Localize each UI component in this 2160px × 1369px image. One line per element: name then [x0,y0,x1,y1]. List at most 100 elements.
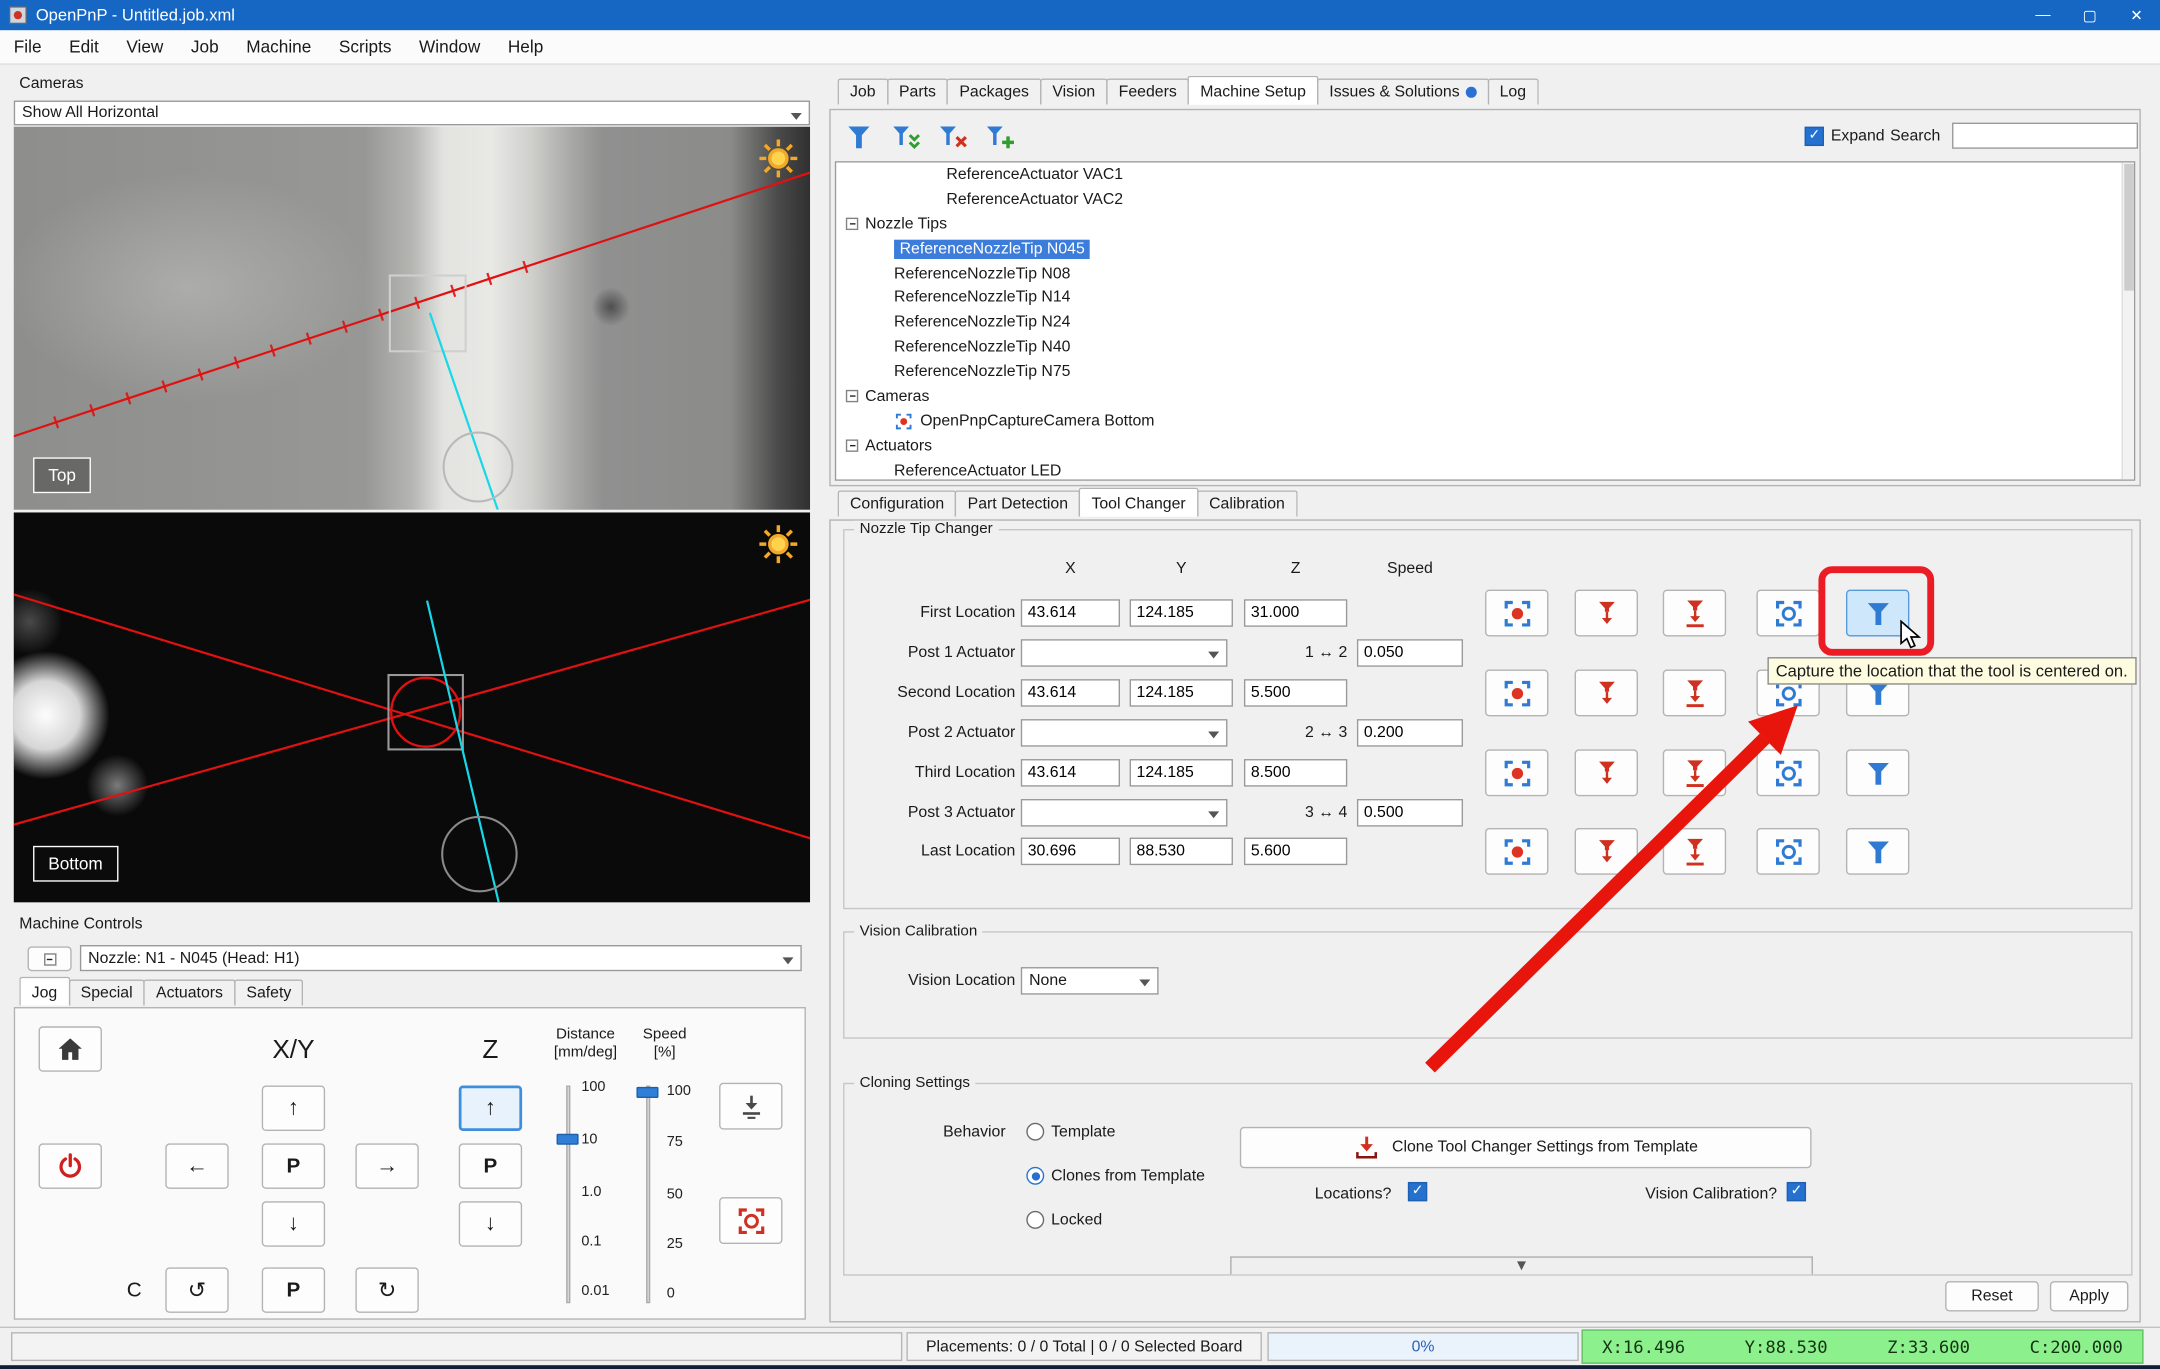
menu-view[interactable]: View [113,37,178,56]
post3-actuator-dropdown[interactable] [1020,799,1228,827]
menu-edit[interactable]: Edit [55,37,112,56]
second-position-tool-button[interactable] [1574,669,1638,717]
tree-item-vac1[interactable]: ReferenceActuator VAC1 [836,163,2134,188]
first-capture-camera-button[interactable] [1485,589,1549,637]
menu-file[interactable]: File [0,37,55,56]
tab-machine-setup[interactable]: Machine Setup [1187,75,1319,105]
tab-actuators[interactable]: Actuators [143,979,236,1006]
first-location-z-field[interactable] [1243,599,1348,627]
power-button[interactable] [38,1143,102,1189]
last-capture-camera-button[interactable] [1485,827,1549,875]
maximize-button[interactable]: ▢ [2066,0,2113,30]
brightness-icon[interactable] [758,523,799,564]
last-position-tool-safez-button[interactable] [1662,827,1727,875]
tab-special[interactable]: Special [68,979,146,1006]
expand-checkbox[interactable] [1804,126,1824,147]
jog-z-minus-button[interactable]: ↓ [458,1201,523,1247]
collapse-expander-icon[interactable] [845,439,859,453]
radio-locked-label[interactable]: Locked [1051,1212,1102,1229]
second-location-z-field[interactable] [1243,679,1348,707]
vision-location-dropdown[interactable]: None [1020,967,1159,995]
menu-scripts[interactable]: Scripts [325,37,405,56]
nozzletip-unload-button[interactable] [931,118,972,154]
first-position-tool-safez-button[interactable] [1662,589,1727,637]
radio-locked[interactable] [1026,1210,1045,1229]
collapse-controls-button[interactable] [27,946,72,972]
jog-c-ccw-button[interactable]: ↺ [165,1267,229,1313]
tree-group-nozzle-tips[interactable]: Nozzle Tips [836,212,2134,237]
third-location-x-field[interactable] [1020,759,1120,787]
distance-slider-track[interactable] [566,1085,571,1304]
clone-settings-button[interactable]: Clone Tool Changer Settings from Templat… [1239,1126,1812,1169]
speed-slider-track[interactable] [646,1085,651,1304]
tab-vision[interactable]: Vision [1039,78,1108,105]
third-location-y-field[interactable] [1129,759,1233,787]
jog-x-minus-button[interactable]: ← [165,1143,229,1189]
tree-item-nozzletip-n75[interactable]: ReferenceNozzleTip N75 [836,360,2134,385]
second-location-y-field[interactable] [1129,679,1233,707]
radio-template-label[interactable]: Template [1051,1124,1115,1141]
menu-job[interactable]: Job [177,37,232,56]
camera-view-bottom[interactable]: Bottom [13,512,811,903]
tab-tool-changer[interactable]: Tool Changer [1079,487,1199,517]
jog-y-plus-button[interactable]: ↑ [261,1085,326,1132]
menu-help[interactable]: Help [494,37,557,56]
tree-item-nozzletip-n40[interactable]: ReferenceNozzleTip N40 [836,335,2134,360]
menu-machine[interactable]: Machine [232,37,325,56]
minimize-button[interactable]: — [2020,0,2067,30]
reset-button[interactable]: Reset [1945,1281,2039,1312]
first-position-tool-button[interactable] [1574,589,1638,637]
tree-item-nozzletip-n045[interactable]: ReferenceNozzleTip N045 [836,236,2134,261]
radio-template[interactable] [1026,1122,1045,1141]
tree-group-cameras[interactable]: Cameras [836,384,2134,409]
third-location-z-field[interactable] [1243,759,1348,787]
third-capture-camera-button[interactable] [1485,749,1549,797]
close-button[interactable]: ✕ [2113,0,2160,30]
tree-item-actuator-led[interactable]: ReferenceActuator LED [836,458,2134,479]
first-capture-tool-camera-button[interactable] [1756,589,1820,637]
tree-item-nozzletip-n14[interactable]: ReferenceNozzleTip N14 [836,286,2134,311]
post2-speed-field[interactable] [1356,719,1464,747]
second-location-x-field[interactable] [1020,679,1120,707]
tab-packages[interactable]: Packages [946,78,1042,105]
park-c-button[interactable]: P [261,1267,326,1313]
nozzletip-add-button[interactable] [978,118,1019,154]
tab-safety[interactable]: Safety [233,979,304,1006]
apply-button[interactable]: Apply [2049,1281,2129,1312]
park-head-button[interactable] [719,1082,783,1130]
tab-log[interactable]: Log [1487,78,1539,105]
jog-x-plus-button[interactable]: → [355,1143,419,1189]
third-position-tool-safez-button[interactable] [1662,749,1727,797]
nozzletip-load-button[interactable] [884,118,925,154]
nozzletip-tool-button[interactable] [838,118,879,154]
third-capture-tool-camera-button[interactable] [1756,749,1820,797]
jog-c-cw-button[interactable]: ↻ [355,1267,419,1313]
collapse-expander-icon[interactable] [845,390,859,403]
post1-speed-field[interactable] [1356,639,1464,667]
tree-item-vac2[interactable]: ReferenceActuator VAC2 [836,187,2134,212]
tab-part-detection[interactable]: Part Detection [955,490,1081,517]
third-capture-tool-location-button[interactable] [1845,749,1910,797]
radio-clones-from-template[interactable] [1026,1166,1045,1185]
search-input[interactable] [1952,122,2139,149]
last-location-x-field[interactable] [1020,837,1120,866]
last-location-y-field[interactable] [1129,837,1233,866]
locations-checkbox[interactable] [1407,1181,1428,1202]
position-camera-button[interactable] [719,1197,783,1244]
tab-parts[interactable]: Parts [886,78,949,105]
second-capture-camera-button[interactable] [1485,669,1549,717]
second-position-tool-safez-button[interactable] [1662,669,1727,717]
first-location-y-field[interactable] [1129,599,1233,627]
tab-feeders[interactable]: Feeders [1106,78,1190,105]
last-position-tool-button[interactable] [1574,827,1638,875]
vision-calibration-checkbox[interactable] [1786,1181,1807,1202]
distance-slider-handle[interactable] [556,1133,579,1145]
collapsed-section-button[interactable]: ▼ [1230,1256,1813,1275]
home-button[interactable] [38,1026,102,1072]
last-location-z-field[interactable] [1243,837,1348,866]
post1-actuator-dropdown[interactable] [1020,639,1228,667]
speed-slider-handle[interactable] [636,1086,659,1098]
menu-window[interactable]: Window [405,37,494,56]
tab-calibration[interactable]: Calibration [1196,490,1298,517]
tree-item-capture-camera[interactable]: OpenPnpCaptureCamera Bottom [836,409,2134,434]
